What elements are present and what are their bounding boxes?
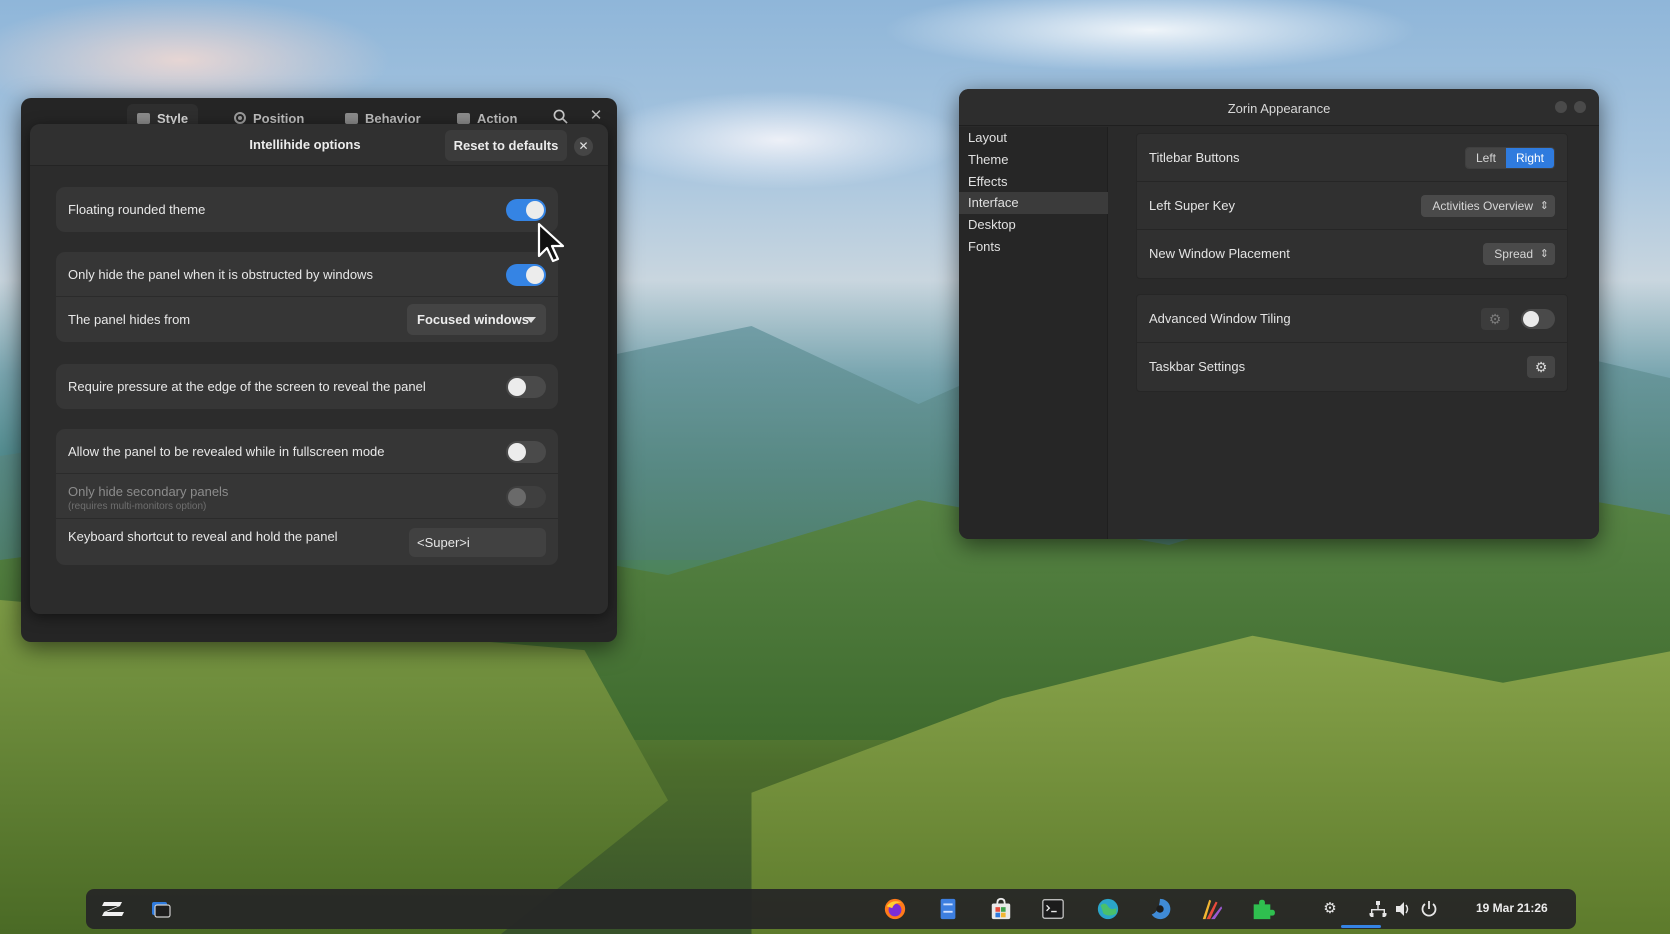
photos-icon[interactable] (1147, 897, 1173, 921)
settings-gear-icon[interactable]: ⚙ (1320, 899, 1340, 917)
minimize-icon[interactable] (1555, 101, 1567, 113)
floating-theme-toggle[interactable] (506, 199, 546, 221)
behavior-icon (345, 112, 358, 124)
sidebar-item-effects[interactable]: Effects (959, 171, 1108, 193)
row-obstructed: Only hide the panel when it is obstructe… (56, 252, 558, 297)
window-title: Zorin Appearance (1227, 101, 1331, 116)
settings-group-theme: Floating rounded theme (56, 187, 558, 232)
sidebar-item-theme[interactable]: Theme (959, 149, 1108, 171)
hides-from-dropdown[interactable]: Focused windows (407, 304, 546, 335)
row-new-window-placement: New Window Placement Spread (1137, 230, 1567, 278)
clock-date[interactable]: 19 Mar (1476, 901, 1514, 915)
row-label: Keyboard shortcut to reveal and hold the… (68, 529, 338, 544)
network-icon[interactable] (1369, 900, 1387, 918)
sidebar-item-interface[interactable]: Interface (959, 192, 1108, 214)
row-advanced-tiling: Advanced Window Tiling ⚙ (1137, 295, 1567, 343)
settings-group-advanced: Allow the panel to be revealed while in … (56, 429, 558, 565)
row-label: Floating rounded theme (68, 202, 206, 217)
row-sublabel: (requires multi-monitors option) (68, 501, 207, 512)
row-hides-from: The panel hides from Focused windows (56, 297, 558, 342)
row-label: Allow the panel to be revealed while in … (68, 444, 385, 459)
zorin-appearance-window: Zorin Appearance Layout Theme Effects In… (959, 89, 1599, 539)
dropdown-arrow-icon (526, 317, 536, 323)
titlebar: Zorin Appearance (959, 89, 1599, 126)
fullscreen-toggle[interactable] (506, 441, 546, 463)
firefox-icon[interactable] (882, 897, 908, 921)
shortcut-input[interactable]: <Super>i (409, 528, 546, 557)
taskbar-settings-gear-icon[interactable]: ⚙ (1527, 356, 1555, 378)
row-pressure: Require pressure at the edge of the scre… (56, 364, 558, 409)
mouse-pointer-icon (537, 222, 565, 263)
volume-icon[interactable] (1394, 900, 1412, 918)
row-taskbar-settings: Taskbar Settings ⚙ (1137, 343, 1567, 391)
secondary-panels-toggle (506, 486, 546, 508)
intellihide-dialog: Intellihide options Reset to defaults ✕ … (30, 124, 608, 614)
sidebar-item-layout[interactable]: Layout (959, 127, 1108, 149)
settings-group-obstruction: Only hide the panel when it is obstructe… (56, 252, 558, 342)
style-icon (137, 112, 150, 124)
appearance-sidebar: Layout Theme Effects Interface Desktop F… (959, 127, 1108, 539)
row-label: Taskbar Settings (1149, 359, 1246, 374)
row-shortcut: Keyboard shortcut to reveal and hold the… (56, 519, 558, 565)
window-placement-select[interactable]: Spread (1483, 243, 1555, 265)
clock-time[interactable]: 21:26 (1517, 901, 1548, 915)
row-secondary-panels: Only hide secondary panels (requires mul… (56, 474, 558, 519)
tiling-settings-gear-icon[interactable]: ⚙ (1481, 308, 1509, 330)
advanced-tiling-toggle[interactable] (1521, 309, 1555, 329)
row-label: Left Super Key (1149, 198, 1235, 213)
row-titlebar-buttons: Titlebar Buttons Left Right (1137, 134, 1567, 182)
files-icon[interactable] (935, 897, 961, 921)
panel-preferences-window: Style Position Behavior Action ✕ Intelli… (21, 98, 617, 642)
row-left-super-key: Left Super Key Activities Overview (1137, 182, 1567, 230)
row-label: New Window Placement (1149, 246, 1290, 261)
row-label: Only hide the panel when it is obstructe… (68, 267, 373, 282)
row-floating-theme: Floating rounded theme (56, 187, 558, 232)
titlebar-left-option[interactable]: Left (1465, 148, 1506, 168)
workspaces-icon[interactable] (148, 897, 174, 921)
close-icon[interactable] (1574, 101, 1586, 113)
zorin-menu-icon[interactable] (100, 897, 126, 921)
power-icon[interactable] (1420, 900, 1438, 918)
terminal-icon[interactable] (1040, 897, 1066, 921)
row-label: Titlebar Buttons (1149, 150, 1240, 165)
titlebar-buttons-switcher: Left Right (1464, 147, 1555, 169)
web-browser-icon[interactable] (1095, 897, 1121, 921)
obstructed-toggle[interactable] (506, 264, 546, 286)
search-icon[interactable] (553, 109, 568, 124)
window-behavior-group: Titlebar Buttons Left Right Left Super K… (1136, 133, 1568, 279)
reset-defaults-button[interactable]: Reset to defaults (445, 130, 567, 161)
sidebar-item-fonts[interactable]: Fonts (959, 236, 1108, 258)
row-label: Require pressure at the edge of the scre… (68, 379, 426, 394)
interface-settings-pane: Titlebar Buttons Left Right Left Super K… (1109, 127, 1599, 539)
settings-group-pressure: Require pressure at the edge of the scre… (56, 364, 558, 409)
dialog-close-icon[interactable]: ✕ (574, 137, 593, 156)
software-store-icon[interactable] (988, 897, 1014, 921)
row-fullscreen: Allow the panel to be revealed while in … (56, 429, 558, 474)
row-label: Advanced Window Tiling (1149, 311, 1291, 326)
active-app-indicator (1341, 925, 1381, 928)
position-icon (234, 112, 246, 124)
pressure-toggle[interactable] (506, 376, 546, 398)
window-close-icon[interactable]: ✕ (587, 107, 605, 125)
titlebar-right-option[interactable]: Right (1505, 148, 1554, 168)
dialog-header: Intellihide options Reset to defaults ✕ (30, 124, 608, 166)
action-icon (457, 112, 470, 124)
row-label: The panel hides from (68, 312, 191, 327)
left-super-key-select[interactable]: Activities Overview (1421, 195, 1555, 217)
taskbar: ⚙ 19 Mar 21:26 (86, 889, 1576, 929)
row-label: Only hide secondary panels (68, 484, 229, 499)
drawing-app-icon[interactable] (1199, 897, 1225, 921)
extensions-group: Advanced Window Tiling ⚙ Taskbar Setting… (1136, 294, 1568, 392)
sidebar-item-desktop[interactable]: Desktop (959, 214, 1108, 236)
extensions-icon[interactable] (1249, 897, 1275, 921)
